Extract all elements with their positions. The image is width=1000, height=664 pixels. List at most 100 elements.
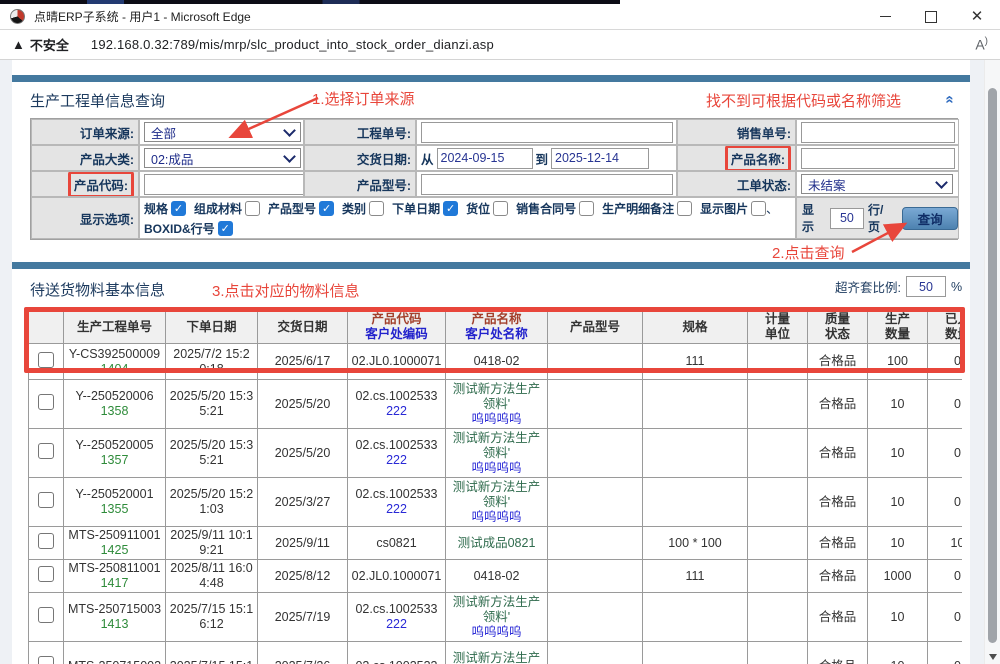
display-option[interactable]: 下单日期✓	[392, 200, 458, 217]
checkbox-unchecked-icon[interactable]	[493, 201, 508, 216]
page-size-cell: 显示 行/页 查询	[796, 197, 959, 239]
row-checkbox[interactable]	[38, 443, 54, 459]
checkbox-checked-icon[interactable]: ✓	[218, 221, 233, 236]
cell-received-qty: 0	[928, 593, 963, 642]
cell-select	[29, 429, 64, 478]
checkbox-checked-icon[interactable]: ✓	[171, 201, 186, 216]
minimize-button[interactable]	[862, 3, 908, 30]
cell-product-code: 02.cs.1002533222	[348, 429, 446, 478]
row-checkbox[interactable]	[38, 492, 54, 508]
scrollbar-thumb[interactable]	[988, 88, 997, 643]
annotation-step2: 2.点击查询	[772, 242, 845, 263]
scrollbar-down-arrow-icon[interactable]	[989, 654, 997, 660]
read-aloud-icon[interactable]: A)	[975, 36, 988, 53]
column-header: 生产工程单号	[64, 311, 166, 344]
cell-select	[29, 344, 64, 380]
table-row: MTS-25081100114172025/8/11 16:0 4:482025…	[29, 560, 963, 593]
row-checkbox[interactable]	[38, 656, 54, 664]
cell-order-no: MTS-2509110011425	[64, 527, 166, 560]
order-source-label: 订单来源:	[31, 119, 139, 145]
rows-per-page-input[interactable]	[830, 208, 864, 229]
product-model-input[interactable]	[421, 174, 673, 195]
chevron-down-icon	[283, 124, 296, 137]
display-option[interactable]: 销售合同号	[516, 200, 594, 217]
work-order-input[interactable]	[421, 122, 673, 143]
checkbox-unchecked-icon[interactable]	[677, 201, 692, 216]
row-checkbox[interactable]	[38, 607, 54, 623]
sales-order-input[interactable]	[801, 122, 955, 143]
column-header: 产品名称客户处名称	[446, 311, 548, 344]
date-from-label: 从	[421, 149, 434, 168]
column-header: 已入 数量	[928, 311, 963, 344]
display-option[interactable]: 货位	[466, 200, 508, 217]
row-checkbox[interactable]	[38, 533, 54, 549]
page-scrollbar[interactable]	[984, 60, 1000, 664]
page-right-margin	[970, 60, 984, 664]
display-options-line1: 规格✓ 组成材料产品型号✓ 类别下单日期✓ 货位销售合同号生产明细备注显示图片、	[144, 200, 795, 217]
date-from-input[interactable]	[437, 148, 533, 169]
ratio-input[interactable]	[906, 276, 946, 297]
row-checkbox[interactable]	[38, 394, 54, 410]
display-option[interactable]: BOXID&行号✓	[144, 220, 233, 237]
row-checkbox[interactable]	[38, 352, 54, 368]
checkbox-unchecked-icon[interactable]	[245, 201, 260, 216]
display-option[interactable]: 规格✓	[144, 200, 186, 217]
display-option[interactable]: 生产明细备注	[602, 200, 692, 217]
checkbox-checked-icon[interactable]: ✓	[319, 201, 334, 216]
cell-select	[29, 593, 64, 642]
cell-order-date: 2025/8/11 16:0 4:48	[166, 560, 258, 593]
cell-product-code: 02.cs.1002533	[348, 642, 446, 664]
not-secure-warning-icon[interactable]: ▲	[12, 37, 25, 52]
status-label: 工单状态:	[677, 171, 796, 197]
cell-product-code: 02.JL0.1000071	[348, 560, 446, 593]
status-select[interactable]: 未结案	[801, 174, 953, 194]
display-option[interactable]: 组成材料	[194, 200, 260, 217]
row-checkbox[interactable]	[38, 566, 54, 582]
product-name-label: 产品名称:	[731, 153, 785, 167]
cell-product-name: 测试新方法生产领料'呜呜呜呜	[446, 593, 548, 642]
checkbox-unchecked-icon[interactable]	[369, 201, 384, 216]
checkbox-unchecked-icon[interactable]	[579, 201, 594, 216]
product-code-input[interactable]	[144, 174, 304, 195]
close-button[interactable]: ✕	[954, 3, 1000, 30]
window-titlebar: 点晴ERP子系统 - 用户1 - Microsoft Edge ✕	[0, 0, 1000, 30]
checkbox-unchecked-icon[interactable]	[751, 201, 766, 216]
cell-spec: 111	[643, 344, 748, 380]
table-panel-title: 待送货物料基本信息	[30, 279, 165, 300]
cell-order-no: Y--2505200051357	[64, 429, 166, 478]
display-option[interactable]: 类别	[342, 200, 384, 217]
checkbox-checked-icon[interactable]: ✓	[443, 201, 458, 216]
search-button[interactable]: 查询	[902, 207, 958, 230]
order-source-select[interactable]: 全部	[144, 122, 301, 142]
sales-order-cell	[796, 119, 959, 145]
url-text[interactable]: 192.168.0.32:789/mis/mrp/slc_product_int…	[91, 37, 494, 52]
cell-order-no: MTS-250715002	[64, 642, 166, 664]
date-to-input[interactable]	[551, 148, 649, 169]
sales-order-label: 销售单号:	[677, 119, 796, 145]
cell-quality-status: 合格品	[808, 593, 868, 642]
annotation-step1: 1.选择订单来源	[312, 88, 415, 109]
cell-quality-status: 合格品	[808, 344, 868, 380]
display-option[interactable]: 显示图片、	[700, 200, 778, 217]
collapse-panel-icon[interactable]: «	[942, 95, 959, 103]
category-select[interactable]: 02:成品	[144, 148, 301, 168]
date-to-label: 到	[536, 149, 549, 168]
display-option[interactable]: 产品型号✓	[268, 200, 334, 217]
column-header: 交货日期	[258, 311, 348, 344]
product-name-input[interactable]	[801, 148, 955, 169]
rows-suffix-label: 行/页	[868, 201, 895, 235]
maximize-button[interactable]	[908, 3, 954, 30]
table-row: Y--25052000113552025/5/20 15:2 1:032025/…	[29, 478, 963, 527]
screen: 点晴ERP子系统 - 用户1 - Microsoft Edge ✕ ▲ 不安全 …	[0, 0, 1000, 664]
window-controls: ✕	[862, 3, 1000, 30]
cell-due-date: 2025/8/12	[258, 560, 348, 593]
cell-unit	[748, 478, 808, 527]
cell-spec: 111	[643, 560, 748, 593]
cell-received-qty: 0	[928, 429, 963, 478]
product-code-cell	[139, 171, 304, 197]
display-options-cell: 规格✓ 组成材料产品型号✓ 类别下单日期✓ 货位销售合同号生产明细备注显示图片、 BO…	[139, 197, 796, 239]
status-cell: 未结案	[796, 171, 959, 197]
cell-production-qty: 1000	[868, 560, 928, 593]
not-secure-label[interactable]: 不安全	[30, 35, 69, 54]
ratio-control: 超齐套比例: %	[835, 276, 962, 297]
